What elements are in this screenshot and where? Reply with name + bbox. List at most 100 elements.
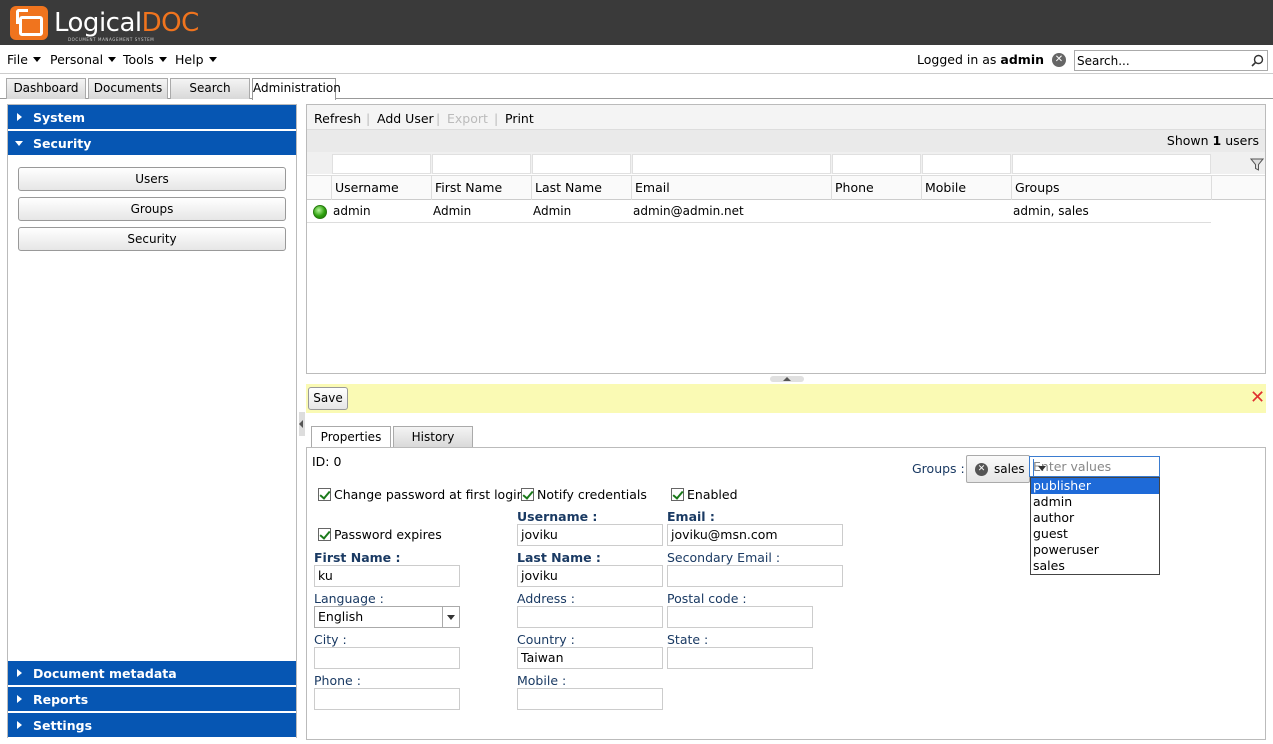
groups-dropdown-list: publisher admin author guest poweruser s… [1030, 477, 1160, 575]
collapse-sidebar-handle[interactable] [299, 412, 305, 436]
groups-button[interactable]: Groups [18, 197, 286, 221]
filter-mobile[interactable] [922, 154, 1011, 174]
tab-dashboard[interactable]: Dashboard [6, 78, 86, 99]
filter-groups[interactable] [1012, 154, 1211, 174]
email-label: Email : [667, 509, 715, 524]
first-name-field[interactable]: ku [314, 565, 460, 587]
column-last-name[interactable]: Last Name [532, 176, 632, 200]
chevron-down-icon[interactable] [442, 607, 459, 627]
tab-properties[interactable]: Properties [311, 426, 391, 449]
username-label: Username : [517, 509, 598, 524]
group-chip-sales: ✕ sales [966, 455, 1030, 483]
group-chip-label: sales [994, 462, 1025, 476]
city-label: City : [314, 632, 347, 647]
chevron-down-icon[interactable] [1033, 459, 1051, 478]
last-name-field[interactable]: joviku [517, 565, 663, 587]
table-row[interactable]: admin Admin Admin admin@admin.net admin,… [307, 201, 1211, 223]
group-option-sales[interactable]: sales [1031, 558, 1159, 574]
group-option-admin[interactable]: admin [1031, 494, 1159, 510]
enabled-checkbox[interactable]: Enabled [671, 487, 738, 502]
language-value: English [318, 609, 364, 624]
cell-username: admin [333, 204, 371, 218]
remove-chip-icon[interactable]: ✕ [975, 463, 988, 476]
group-option-poweruser[interactable]: poweruser [1031, 542, 1159, 558]
menu-help[interactable]: Help [175, 52, 217, 67]
menu-tools[interactable]: Tools [123, 52, 167, 67]
section-settings[interactable]: Settings [8, 713, 296, 738]
search-input[interactable] [1077, 53, 1247, 69]
column-first-name[interactable]: First Name [432, 176, 532, 200]
groups-input[interactable]: Enter values [1029, 456, 1160, 478]
chevron-right-icon [17, 669, 22, 677]
filter-email[interactable] [632, 154, 831, 174]
users-panel: Refresh | Add User | Export | Print Show… [306, 104, 1266, 374]
section-document-metadata[interactable]: Document metadata [8, 661, 296, 686]
filter-icon[interactable] [1250, 157, 1264, 171]
menu-file[interactable]: File [7, 52, 41, 67]
filter-phone[interactable] [832, 154, 921, 174]
search-box [1074, 50, 1268, 71]
column-mobile[interactable]: Mobile [922, 176, 1012, 200]
chevron-down-icon [32, 57, 41, 62]
cell-last-name: Admin [533, 204, 572, 218]
group-option-author[interactable]: author [1031, 510, 1159, 526]
notify-credentials-checkbox[interactable]: Notify credentials [521, 487, 647, 502]
add-user-button[interactable]: Add User [377, 111, 434, 126]
panel-splitter[interactable] [770, 376, 804, 382]
filter-last-name[interactable] [532, 154, 631, 174]
column-groups[interactable]: Groups [1012, 176, 1212, 200]
column-username[interactable]: Username [332, 176, 432, 200]
language-select[interactable]: English [314, 606, 460, 628]
users-button[interactable]: Users [18, 167, 286, 191]
checkbox-checked-icon [318, 528, 331, 541]
export-button[interactable]: Export [447, 111, 488, 126]
refresh-button[interactable]: Refresh [314, 111, 361, 126]
filter-first-name[interactable] [432, 154, 531, 174]
cell-email: admin@admin.net [633, 204, 744, 218]
logout-icon[interactable]: ✕ [1052, 52, 1066, 67]
tab-documents[interactable]: Documents [88, 78, 168, 99]
menu-personal[interactable]: Personal [50, 52, 117, 67]
filter-row [307, 152, 1265, 174]
close-icon[interactable]: ✕ [1250, 389, 1265, 407]
search-icon[interactable] [1251, 54, 1264, 67]
username-field[interactable]: joviku [517, 524, 663, 546]
change-password-checkbox[interactable]: Change password at first login [318, 487, 525, 502]
state-field[interactable] [667, 647, 813, 669]
secondary-email-field[interactable] [667, 565, 843, 587]
security-button[interactable]: Security [18, 227, 286, 251]
app-logo: LogicalDOC DOCUMENT MANAGEMENT SYSTEM [10, 6, 199, 42]
address-field[interactable] [517, 606, 663, 628]
column-phone[interactable]: Phone [832, 176, 922, 200]
group-option-guest[interactable]: guest [1031, 526, 1159, 542]
country-label: Country : [517, 632, 575, 647]
shown-count: Shown 1 users [307, 130, 1265, 152]
city-field[interactable] [314, 647, 460, 669]
section-reports[interactable]: Reports [8, 687, 296, 712]
phone-field[interactable] [314, 688, 460, 710]
postal-code-field[interactable] [667, 606, 813, 628]
app-header: LogicalDOC DOCUMENT MANAGEMENT SYSTEM [0, 0, 1273, 45]
logo-icon [10, 6, 48, 40]
column-email[interactable]: Email [632, 176, 832, 200]
toolbar-separator: | [436, 111, 441, 126]
section-system[interactable]: System [8, 105, 296, 130]
postal-code-label: Postal code : [667, 591, 747, 606]
mobile-field[interactable] [517, 688, 663, 710]
tab-search[interactable]: Search [170, 78, 250, 99]
save-button[interactable]: Save [308, 387, 348, 410]
section-security[interactable]: Security [8, 131, 296, 156]
tab-administration[interactable]: Administration [252, 78, 341, 100]
chevron-right-icon [17, 721, 22, 729]
email-field[interactable]: joviku@msn.com [667, 524, 843, 546]
print-button[interactable]: Print [505, 111, 534, 126]
tab-history[interactable]: History [393, 426, 473, 448]
country-field[interactable]: Taiwan [517, 647, 663, 669]
group-option-publisher[interactable]: publisher [1031, 478, 1159, 494]
app-subtitle: DOCUMENT MANAGEMENT SYSTEM [68, 37, 155, 42]
filter-username[interactable] [332, 154, 431, 174]
cell-first-name: Admin [433, 204, 472, 218]
toolbar-separator: | [494, 111, 499, 126]
password-expires-checkbox[interactable]: Password expires [318, 527, 442, 542]
save-bar: Save ✕ [306, 384, 1266, 413]
